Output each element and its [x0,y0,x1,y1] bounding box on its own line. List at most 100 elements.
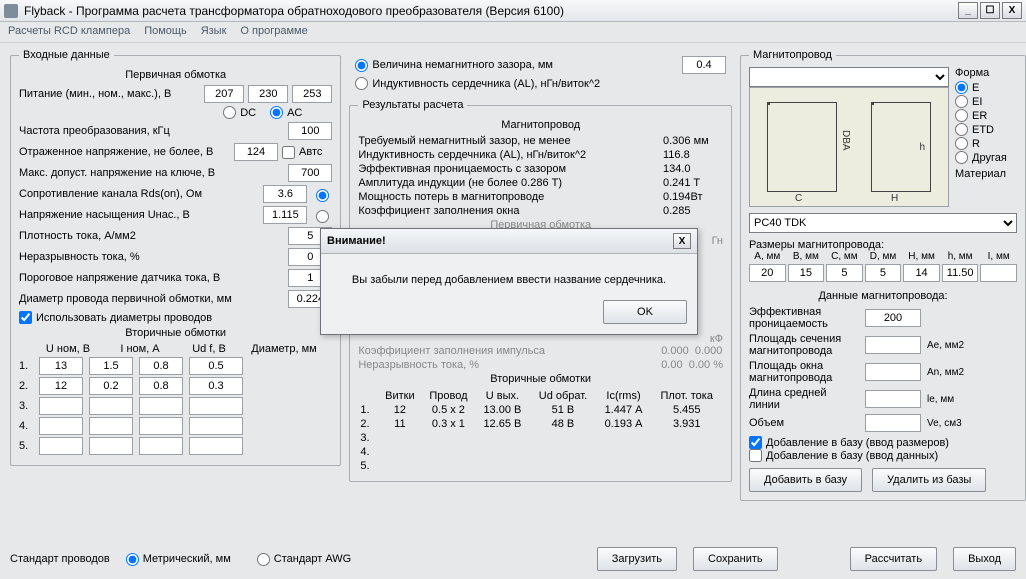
sec-uf[interactable] [139,417,183,435]
shape-e[interactable]: E [955,81,1017,94]
freq-input[interactable] [288,122,332,140]
rds-radio[interactable] [316,189,329,202]
dims-label: Размеры магнитопровода: [749,239,1017,251]
close-button[interactable]: X [1002,2,1022,19]
shape-ei[interactable]: EI [955,95,1017,108]
sec-dia[interactable] [189,397,243,415]
sec-dia[interactable] [189,417,243,435]
sec-inom[interactable] [89,437,133,455]
supply-label: Питание (мин., ном., макс.), В [19,88,200,100]
primary-heading: Первичная обмотка [19,69,332,81]
sec-unom[interactable] [39,417,83,435]
ac-radio[interactable]: AC [270,106,302,119]
vcs-label: Пороговое напряжение датчика тока, В [19,272,284,284]
sec-inom[interactable] [89,397,133,415]
menu-help[interactable]: Помощь [144,25,187,37]
mu-input[interactable] [865,309,921,327]
dc-radio[interactable]: DC [223,106,256,119]
calc-button[interactable]: Рассчитать [850,547,937,571]
sec-uf[interactable] [139,397,183,415]
irip-label: Неразрывность тока, % [19,251,284,263]
dialog-close-button[interactable]: X [673,233,691,249]
menu-about[interactable]: О программе [240,25,307,37]
material-label: Материал [955,168,1017,180]
vor-input[interactable] [234,143,278,161]
gap-radio[interactable]: Величина немагнитного зазора, мм [355,59,553,72]
sec-uf[interactable] [139,377,183,395]
dim-input[interactable] [788,264,825,282]
usat-input [263,206,307,224]
dim-input[interactable] [903,264,940,282]
exit-button[interactable]: Выход [953,547,1016,571]
dim-input[interactable] [980,264,1017,282]
shape-er[interactable]: ER [955,109,1017,122]
ve-input[interactable] [865,414,921,432]
sec-dia[interactable] [189,437,243,455]
sec-uf[interactable] [139,357,183,375]
gap-value[interactable] [682,56,726,74]
wire-std-label: Стандарт проводов [10,553,110,565]
maximize-button[interactable]: ☐ [980,2,1000,19]
supply-nom[interactable] [248,85,288,103]
shape-etd[interactable]: ETD [955,123,1017,136]
secondary-row: 2. [19,377,332,395]
delete-from-db-button[interactable]: Удалить из базы [872,468,986,492]
use-diameters-check[interactable]: Использовать диаметры проводов [19,311,212,324]
dialog-message: Вы забыли перед добавлением ввести назва… [321,254,697,294]
auto-check[interactable]: Автс [282,146,322,159]
le-input[interactable] [865,390,921,408]
sec-unom[interactable] [39,377,83,395]
warning-dialog: Внимание! X Вы забыли перед добавлением … [320,228,698,335]
sec-dia[interactable] [189,357,243,375]
dim-input[interactable] [865,264,902,282]
add-by-data-check[interactable]: Добавление в базу (ввод данных) [749,449,1007,462]
sec-unom[interactable] [39,437,83,455]
vds-input[interactable] [288,164,332,182]
menu-lang[interactable]: Язык [201,25,227,37]
supply-min[interactable] [204,85,244,103]
input-legend: Входные данные [19,49,114,61]
core-fieldset: Магнитопровод DBA C h H [740,49,1026,501]
an-input[interactable] [865,363,921,381]
mag-results: Требуемый немагнитный зазор, не менее0.3… [358,135,723,217]
titlebar: Flyback - Программа расчета трансформато… [0,0,1026,22]
sec-inom[interactable] [89,377,133,395]
dim-input[interactable] [826,264,863,282]
col-dia: Диаметр, мм [247,343,321,355]
awg-radio[interactable]: Стандарт AWG [257,553,351,566]
add-to-db-button[interactable]: Добавить в базу [749,468,862,492]
input-fieldset: Входные данные Первичная обмотка Питание… [10,49,341,466]
sec-dia[interactable] [189,377,243,395]
add-by-size-check[interactable]: Добавление в базу (ввод размеров) [749,436,1007,449]
usat-label: Напряжение насыщения Uнас., В [19,209,259,221]
al-radio[interactable]: Индуктивность сердечника (AL), нГн/виток… [355,77,600,90]
rds-input[interactable] [263,185,307,203]
secondary-row: 4. [19,417,332,435]
material-select[interactable]: PC40 TDK [749,213,1017,233]
save-button[interactable]: Сохранить [693,547,778,571]
result-row: 1.120.5 x 213.00 В51 В1.447 А5.455 [358,403,723,417]
dim-input[interactable] [942,264,979,282]
shape-r[interactable]: R [955,137,1017,150]
shape-other[interactable]: Другая [955,151,1017,164]
ae-input[interactable] [865,336,921,354]
secondary-heading: Вторичные обмотки [19,327,332,339]
result-row: 3. [358,431,723,445]
core-select[interactable] [749,67,949,87]
usat-radio[interactable] [316,210,329,223]
secondary-row: 1. [19,357,332,375]
sec-unom[interactable] [39,357,83,375]
sec-inom[interactable] [89,357,133,375]
sec-uf[interactable] [139,437,183,455]
sec-unom[interactable] [39,397,83,415]
dim-input[interactable] [749,264,786,282]
supply-max[interactable] [292,85,332,103]
minimize-button[interactable]: _ [958,2,978,19]
col-inom: I ном, А [109,343,171,355]
sec-inom[interactable] [89,417,133,435]
dwire-label: Диаметр провода первичной обмотки, мм [19,293,284,305]
metric-radio[interactable]: Метрический, мм [126,553,231,566]
menu-rcd[interactable]: Расчеты RCD клампера [8,25,130,37]
dialog-ok-button[interactable]: OK [603,300,687,324]
load-button[interactable]: Загрузить [597,547,677,571]
